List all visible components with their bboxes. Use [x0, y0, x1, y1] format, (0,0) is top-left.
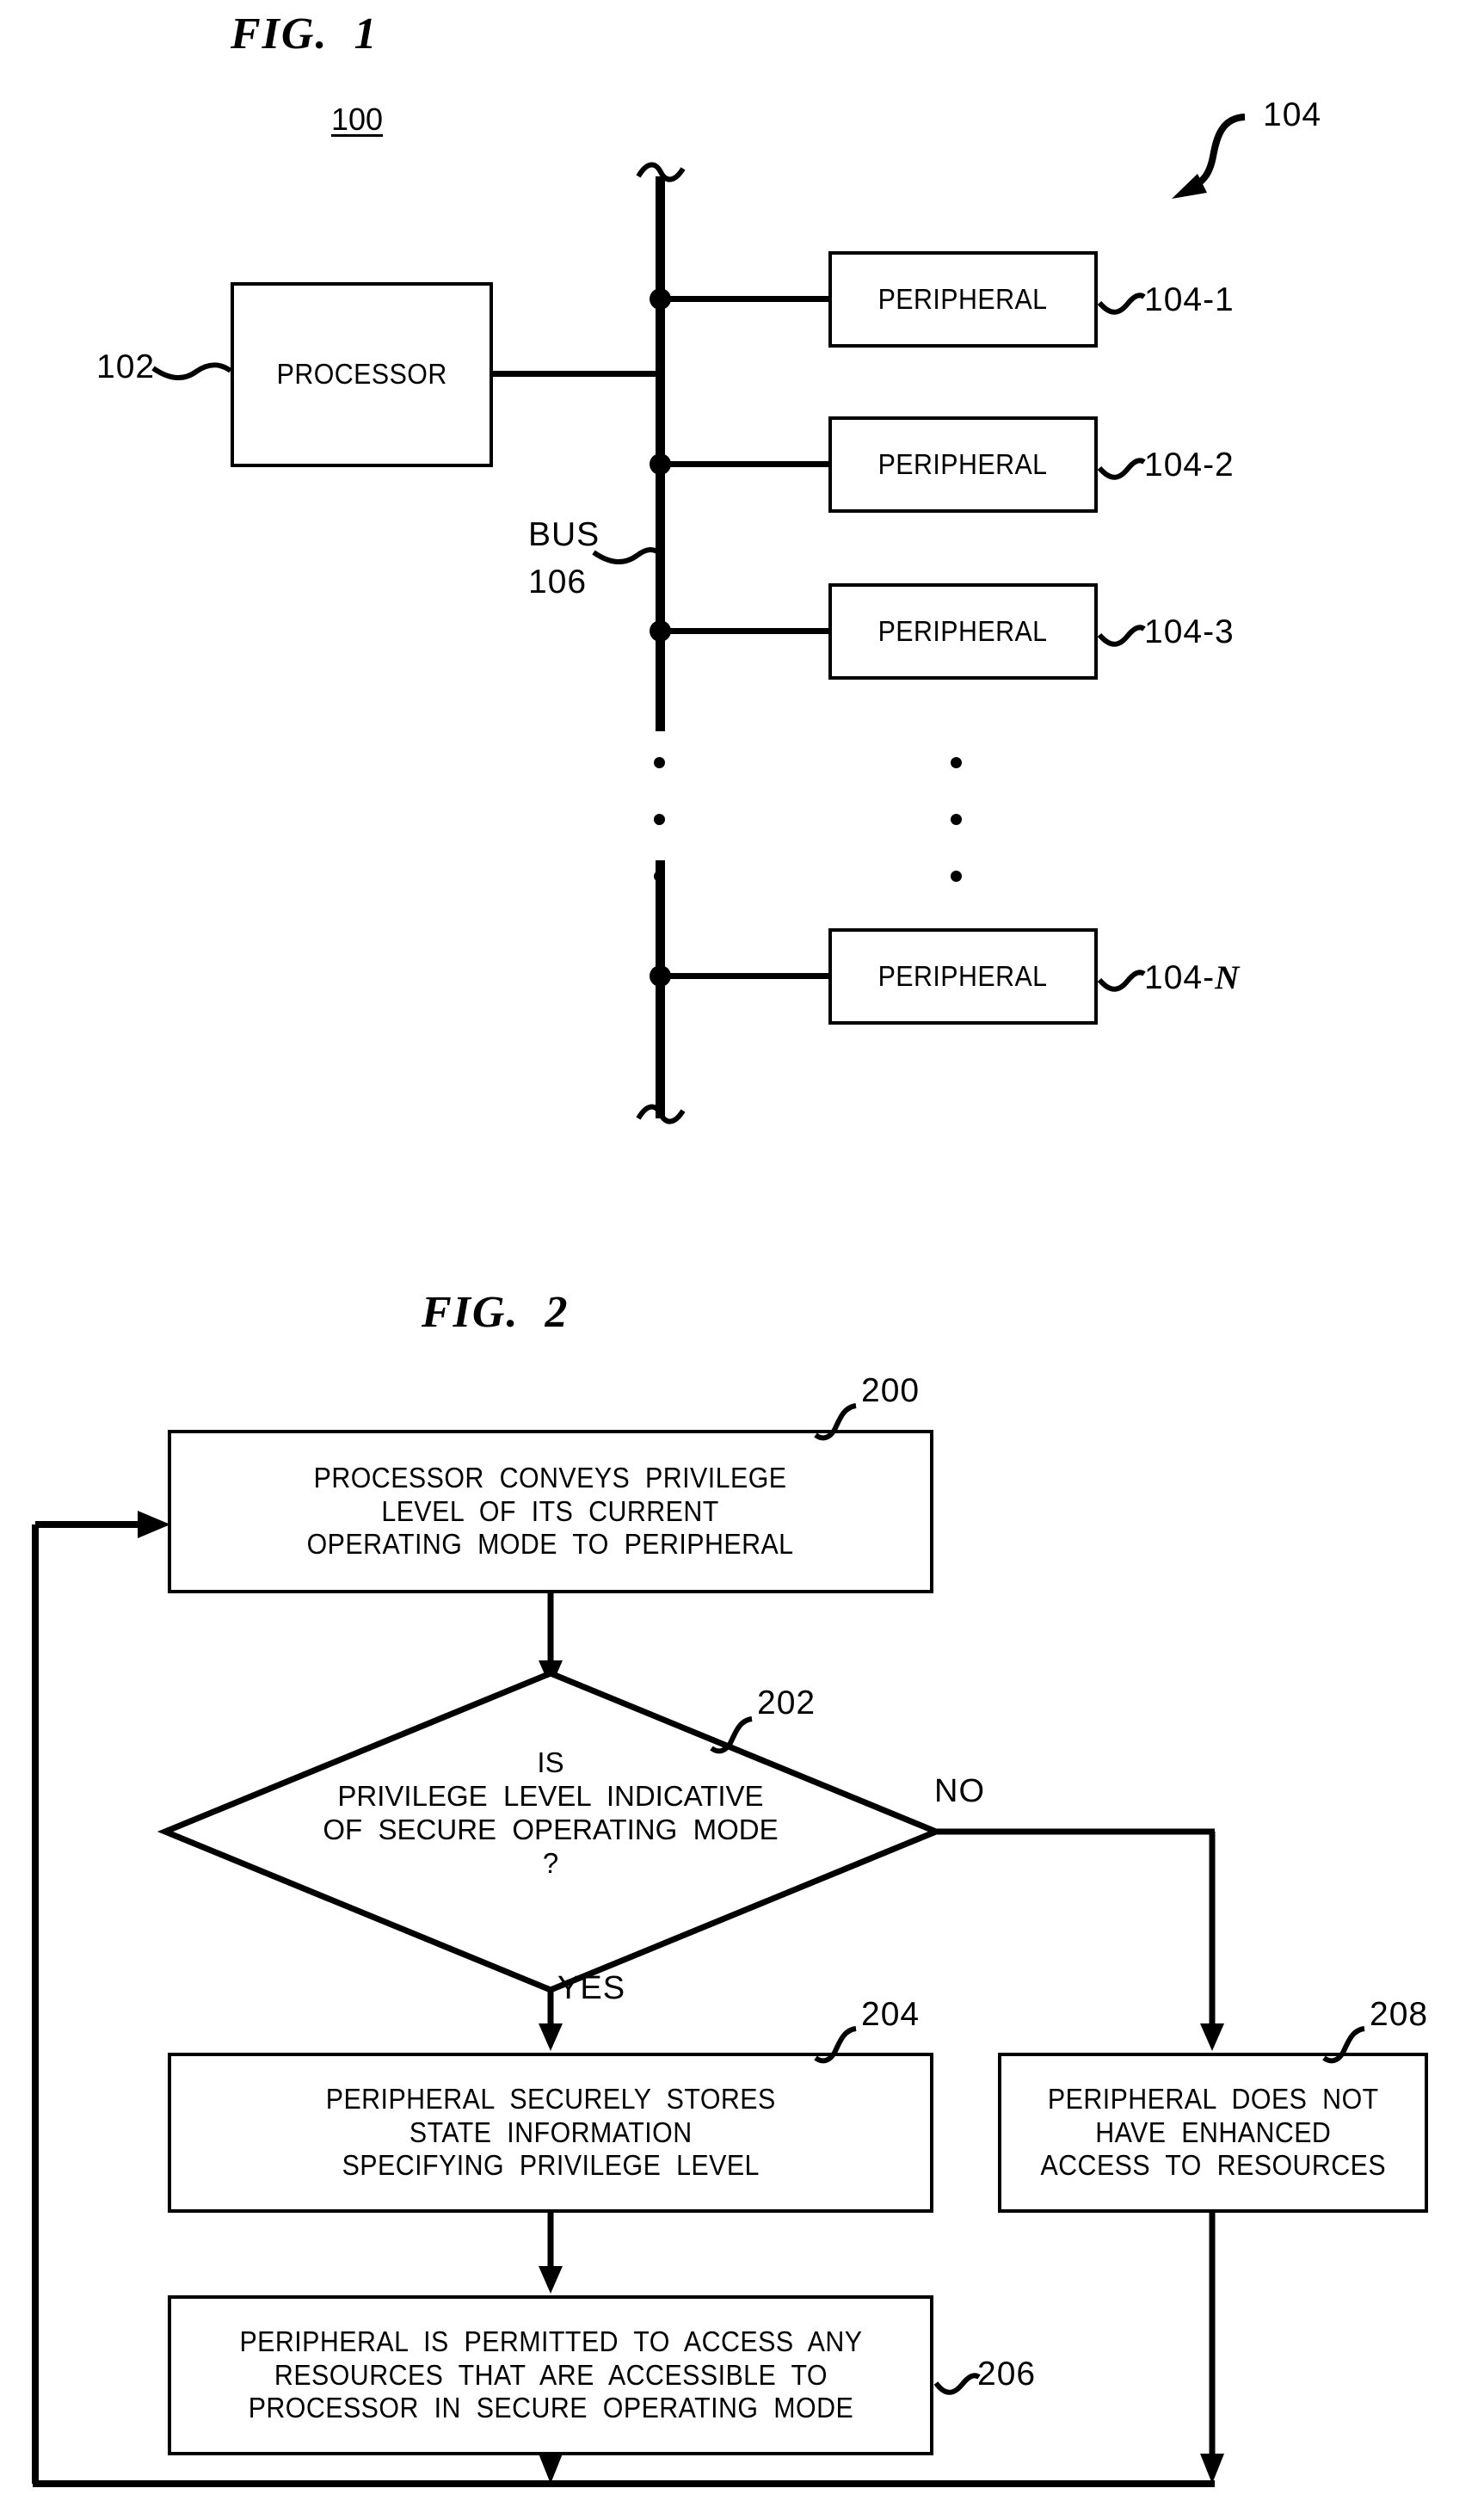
ref-104-n: 104-N: [1144, 958, 1240, 997]
flow-node-206-line: RESOURCES THAT ARE ACCESSIBLE TO: [274, 2358, 828, 2391]
flow-node-202-line: OF SECURE OPERATING MODE: [323, 1813, 779, 1845]
processor-block: PROCESSOR: [231, 282, 493, 467]
figure-1-title: FIG. 1: [231, 9, 379, 59]
ref-104-2: 104-2: [1144, 447, 1235, 483]
flow-node-204-label: PERIPHERAL SECURELY STORES STATE INFORMAT…: [326, 2083, 776, 2183]
peripheral-label-n: PERIPHERAL: [878, 959, 1048, 992]
flow-node-200-line: LEVEL OF ITS CURRENT: [381, 1494, 720, 1527]
peripheral-label-3: PERIPHERAL: [878, 614, 1048, 647]
flow-node-204-line: PERIPHERAL SECURELY STORES: [325, 2082, 776, 2115]
peripheral-ellipsis: [951, 757, 962, 927]
processor-label: PROCESSOR: [276, 358, 447, 391]
flow-node-208: PERIPHERAL DOES NOT HAVE ENHANCED ACCESS T…: [998, 2053, 1428, 2213]
bus-label-line2: 106: [528, 564, 588, 600]
flow-node-202-line: PRIVILEGE LEVEL INDICATIVE: [337, 1779, 764, 1812]
flow-node-202-label: IS PRIVILEGE LEVEL INDICATIVE OF SECURE OP…: [165, 1746, 936, 1881]
ref-208: 208: [1370, 1996, 1429, 2033]
flow-node-206: PERIPHERAL IS PERMITTED TO ACCESS ANY RES…: [168, 2295, 933, 2455]
peripheral-block-n: PERIPHERAL: [828, 928, 1098, 1025]
flow-node-208-line: ACCESS TO RESOURCES: [1040, 2149, 1386, 2182]
edge-label-yes: YES: [557, 1970, 626, 2006]
bus-ellipsis: [654, 757, 665, 927]
ref-202: 202: [757, 1684, 816, 1721]
ref-104-1: 104-1: [1144, 281, 1235, 318]
patent-drawing-sheet: FIG. 1 100 PROCESSOR 102 BUS 106 104 PER…: [0, 0, 1484, 2519]
ref-104-n-index: N: [1215, 959, 1241, 996]
flow-node-200-line: OPERATING MODE TO PERIPHERAL: [307, 1528, 794, 1561]
edge-label-no: NO: [934, 1773, 985, 1809]
flow-node-208-line: PERIPHERAL DOES NOT: [1047, 2082, 1379, 2115]
figure-2-title: FIG. 2: [422, 1288, 570, 1337]
bus-branch-3: [660, 628, 832, 634]
processor-bus-connector: [490, 371, 662, 377]
flow-node-202-line: IS: [537, 1746, 564, 1778]
flow-node-200: PROCESSOR CONVEYS PRIVILEGE LEVEL OF ITS …: [168, 1430, 933, 1593]
peripheral-block-2: PERIPHERAL: [828, 416, 1098, 513]
flow-node-200-label: PROCESSOR CONVEYS PRIVILEGE LEVEL OF ITS …: [307, 1462, 794, 1562]
bus-branch-n: [660, 973, 832, 979]
bus-branch-2: [660, 461, 832, 467]
ref-102: 102: [96, 348, 156, 385]
ref-204: 204: [861, 1996, 921, 2033]
flow-node-202-line: ?: [542, 1846, 559, 1879]
bus-label-line1: BUS: [528, 516, 600, 553]
ref-104-group: 104: [1263, 96, 1322, 133]
flow-node-204-line: STATE INFORMATION: [409, 2116, 693, 2148]
figure-1-number: 100: [331, 102, 384, 137]
flow-node-200-line: PROCESSOR CONVEYS PRIVILEGE: [314, 1461, 787, 1494]
flow-node-206-label: PERIPHERAL IS PERMITTED TO ACCESS ANY RES…: [239, 2325, 862, 2426]
ref-104-n-num: 104-: [1144, 959, 1216, 996]
flow-node-208-label: PERIPHERAL DOES NOT HAVE ENHANCED ACCESS T…: [1040, 2083, 1386, 2183]
ref-200: 200: [861, 1372, 921, 1409]
flow-node-204: PERIPHERAL SECURELY STORES STATE INFORMAT…: [168, 2053, 933, 2213]
peripheral-block-1: PERIPHERAL: [828, 251, 1098, 348]
flow-node-204-line: SPECIFYING PRIVILEGE LEVEL: [342, 2149, 760, 2182]
peripheral-label-1: PERIPHERAL: [878, 282, 1048, 315]
flow-node-206-line: PROCESSOR IN SECURE OPERATING MODE: [248, 2392, 853, 2424]
flow-node-208-line: HAVE ENHANCED: [1094, 2116, 1332, 2148]
peripheral-label-2: PERIPHERAL: [878, 447, 1048, 480]
ref-104-3: 104-3: [1144, 613, 1235, 650]
ref-206: 206: [977, 2356, 1037, 2393]
bus-branch-1: [660, 296, 832, 302]
flow-node-206-line: PERIPHERAL IS PERMITTED TO ACCESS ANY: [239, 2325, 862, 2357]
peripheral-block-3: PERIPHERAL: [828, 583, 1098, 680]
